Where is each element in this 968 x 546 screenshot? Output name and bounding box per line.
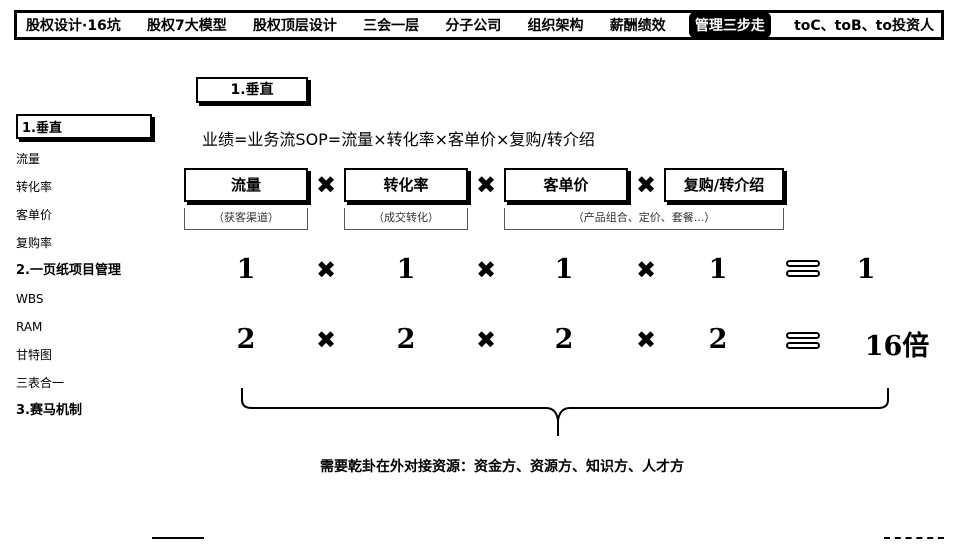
row2-value-traffic: 2: [236, 324, 256, 355]
performance-formula: 业绩=业务流SOP=流量×转化率×客单价×复购/转介绍: [202, 130, 595, 149]
times-icon: ✖: [635, 171, 657, 199]
nav-item-equity-models[interactable]: 股权7大模型: [144, 14, 230, 36]
sidebar-item-gantt[interactable]: 甘特图: [16, 341, 176, 369]
top-nav: 股权设计·16坑 股权7大模型 股权顶层设计 三会一层 分子公司 组织架构 薪酬…: [14, 10, 944, 40]
row1-value-repurchase: 1: [708, 254, 728, 285]
sidebar-item-wbs[interactable]: WBS: [16, 285, 176, 313]
factor-note-unit-price: （产品组合、定价、套餐...）: [504, 208, 784, 230]
equals-icon: [786, 332, 820, 354]
divider: [152, 537, 204, 545]
times-icon: ✖: [635, 256, 657, 284]
times-icon: ✖: [475, 256, 497, 284]
times-icon: ✖: [315, 171, 337, 199]
resource-note: 需要乾卦在外对接资源：资金方、资源方、知识方、人才方: [320, 459, 684, 475]
times-icon: ✖: [315, 326, 337, 354]
nav-item-equity-top-design[interactable]: 股权顶层设计: [250, 14, 340, 36]
row1-value-unit-price: 1: [554, 254, 574, 285]
sidebar-section-one-page-pm[interactable]: 2.一页纸项目管理: [16, 257, 176, 285]
divider: [884, 537, 944, 545]
sidebar-item-vertical[interactable]: 1.垂直: [16, 114, 152, 139]
section-heading: 1.垂直: [196, 77, 308, 103]
row1-value-conversion: 1: [396, 254, 416, 285]
sidebar-item-three-tables[interactable]: 三表合一: [16, 369, 176, 397]
nav-item-three-meetings[interactable]: 三会一层: [360, 14, 422, 36]
sidebar-item-unit-price[interactable]: 客单价: [16, 201, 176, 229]
sidebar-item-traffic[interactable]: 流量: [16, 145, 176, 173]
factor-note-conversion: （成交转化）: [344, 208, 468, 230]
nav-item-management-three-steps[interactable]: 管理三步走: [688, 12, 771, 38]
times-icon: ✖: [475, 171, 497, 199]
factor-unit-price: 客单价: [504, 168, 628, 202]
sidebar-item-repurchase[interactable]: 复购率: [16, 229, 176, 257]
row2-result: 16倍: [864, 331, 930, 362]
row2-value-conversion: 2: [396, 324, 416, 355]
row1-value-traffic: 1: [236, 254, 256, 285]
curly-brace-icon: [241, 388, 889, 436]
times-icon: ✖: [635, 326, 657, 354]
row2-value-repurchase: 2: [708, 324, 728, 355]
equals-icon: [786, 260, 820, 282]
nav-item-compensation[interactable]: 薪酬绩效: [607, 14, 669, 36]
sidebar-item-ram[interactable]: RAM: [16, 313, 176, 341]
row1-result: 1: [856, 254, 876, 285]
factor-repurchase-referral: 复购/转介绍: [664, 168, 784, 202]
times-icon: ✖: [315, 256, 337, 284]
nav-item-toc-tob-investor[interactable]: toC、toB、to投资人: [791, 14, 937, 36]
times-icon: ✖: [475, 326, 497, 354]
factor-conversion: 转化率: [344, 168, 468, 202]
nav-item-equity-pitfalls[interactable]: 股权设计·16坑: [23, 14, 124, 36]
sidebar-item-conversion[interactable]: 转化率: [16, 173, 176, 201]
factor-note-traffic: （获客渠道）: [184, 208, 308, 230]
nav-item-org-structure[interactable]: 组织架构: [525, 14, 587, 36]
sidebar: 1.垂直 流量 转化率 客单价 复购率 2.一页纸项目管理 WBS RAM 甘特…: [16, 114, 176, 425]
sidebar-section-horse-race[interactable]: 3.赛马机制: [16, 397, 176, 425]
factor-traffic: 流量: [184, 168, 308, 202]
row2-value-unit-price: 2: [554, 324, 574, 355]
nav-item-subsidiaries[interactable]: 分子公司: [442, 14, 504, 36]
